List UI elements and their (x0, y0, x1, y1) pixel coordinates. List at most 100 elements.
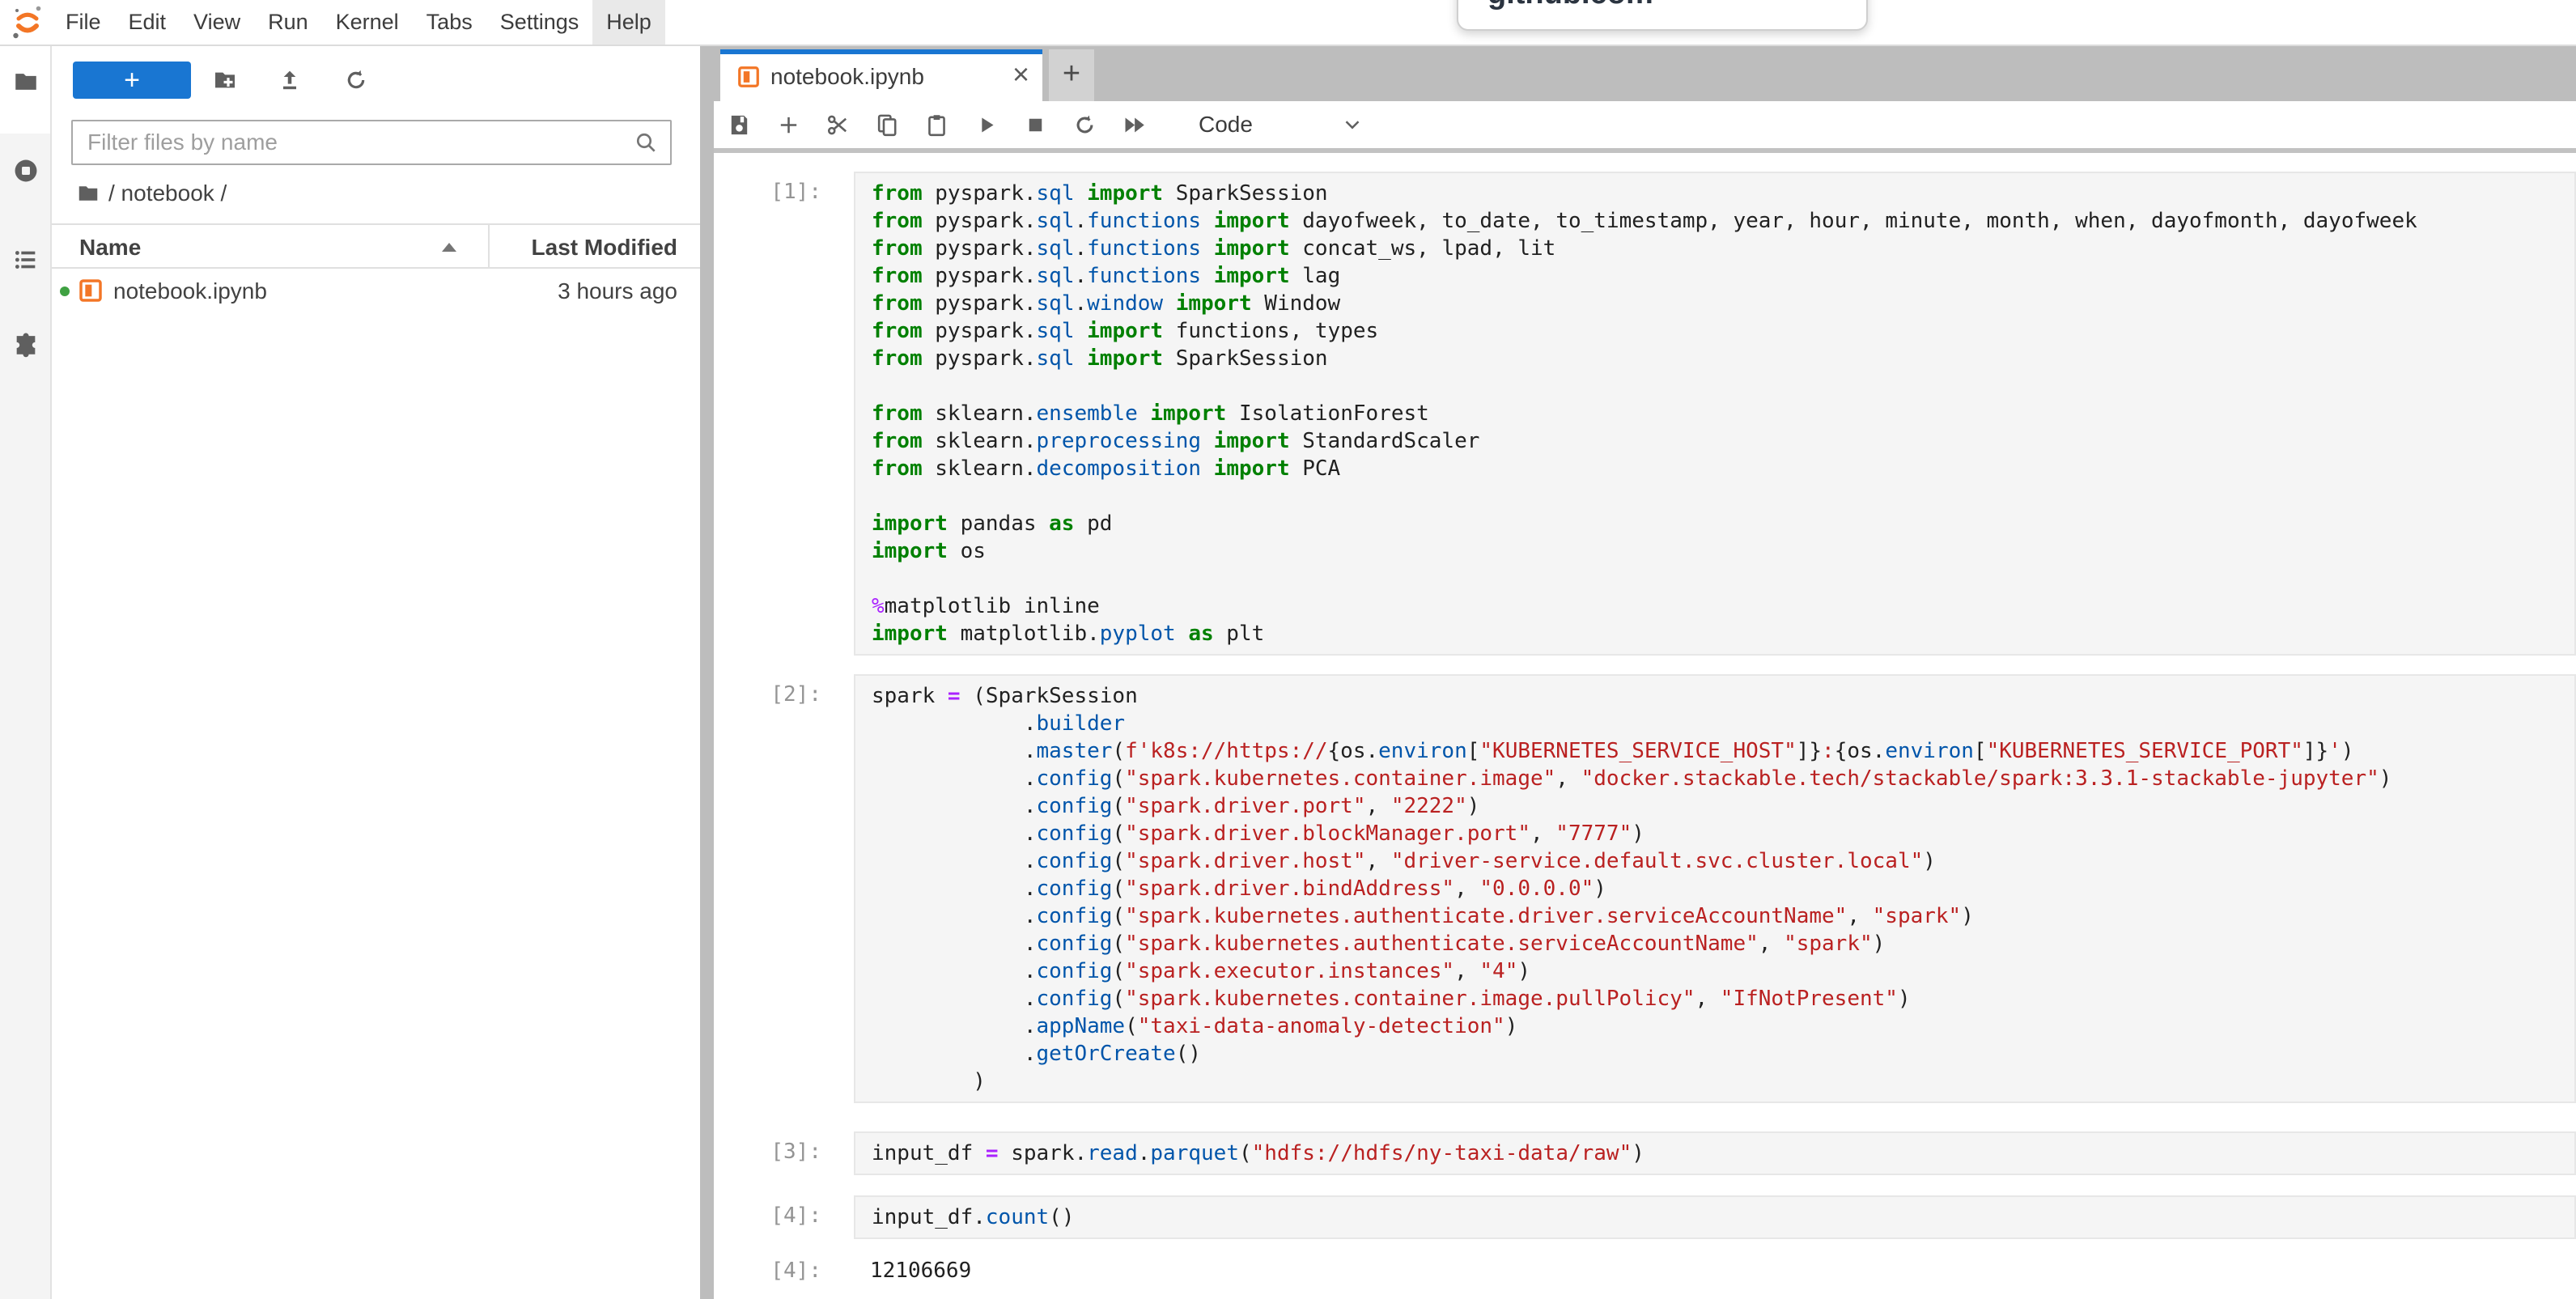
extensions-icon (12, 330, 40, 358)
code-line: .config("spark.driver.blockManager.port"… (872, 820, 2574, 847)
notebook-content[interactable]: [1]: from pyspark.sql import SparkSession… (714, 153, 2576, 1299)
run-all-icon[interactable] (1122, 112, 1147, 138)
sidebar-strip-shade (0, 134, 50, 1299)
restart-kernel-icon[interactable] (1072, 112, 1097, 138)
stop-icon[interactable] (1023, 112, 1048, 138)
table-of-contents-tab[interactable] (12, 246, 40, 274)
code-line: 12106669 (870, 1257, 2576, 1284)
code-line: .getOrCreate() (872, 1040, 2574, 1068)
column-header-name[interactable]: Name (79, 235, 141, 261)
code-line: .config("spark.kubernetes.authenticate.s… (872, 930, 2574, 957)
running-kernels-icon (12, 157, 40, 185)
notebook-file-icon (736, 65, 761, 89)
breadcrumb-path: / notebook / (108, 180, 227, 206)
code-line: input_df = spark.read.parquet("hdfs://hd… (872, 1140, 2574, 1167)
code-line: spark = (SparkSession (872, 682, 2574, 710)
code-editor[interactable]: input_df = spark.read.parquet("hdfs://hd… (854, 1131, 2576, 1175)
upload-button[interactable] (277, 67, 303, 93)
tab-notebook[interactable]: notebook.ipynb × (720, 49, 1042, 101)
running-kernels-tab[interactable] (12, 157, 40, 185)
file-list-header: Name Last Modified (52, 223, 700, 269)
new-launcher-button[interactable]: + (73, 62, 191, 99)
save-icon[interactable] (727, 112, 752, 138)
active-tab-indicator (720, 49, 1042, 54)
code-line: from pyspark.sql.functions import dayofw… (872, 207, 2574, 235)
code-line: ) (872, 1068, 2574, 1095)
file-list: notebook.ipynb 3 hours ago (52, 269, 700, 314)
input-prompt: [3]: (714, 1140, 821, 1164)
code-line: %matplotlib inline (872, 592, 2574, 620)
menu-item-view[interactable]: View (180, 0, 254, 45)
code-line: import matplotlib.pyplot as plt (872, 620, 2574, 647)
menu-item-tabs[interactable]: Tabs (413, 0, 486, 45)
table-of-contents-icon (12, 246, 40, 274)
code-line: .config("spark.kubernetes.container.imag… (872, 765, 2574, 792)
run-icon[interactable] (974, 112, 999, 138)
refresh-icon (343, 67, 369, 93)
menu-item-help[interactable]: Help (592, 0, 665, 45)
extensions-tab[interactable] (12, 330, 40, 358)
paste-cell-icon[interactable] (924, 112, 949, 138)
code-line: .config("spark.driver.port", "2222") (872, 792, 2574, 820)
code-line: from pyspark.sql import SparkSession (872, 345, 2574, 372)
panel-splitter[interactable] (700, 46, 714, 1299)
filter-files-input[interactable] (71, 120, 672, 165)
browser-popup: github.com (1457, 0, 1868, 31)
menu-item-file[interactable]: File (52, 0, 115, 45)
file-name: notebook.ipynb (113, 278, 267, 304)
browser-popup-text: github.com (1487, 0, 1653, 11)
menu-item-edit[interactable]: Edit (115, 0, 180, 45)
file-browser-tab[interactable] (12, 68, 40, 96)
menu-item-kernel[interactable]: Kernel (322, 0, 413, 45)
cell-type-select[interactable]: Code (1199, 112, 1253, 138)
code-line: .config("spark.kubernetes.container.imag… (872, 985, 2574, 1012)
menu-item-settings[interactable]: Settings (486, 0, 593, 45)
code-line: import pandas as pd (872, 510, 2574, 537)
input-prompt: [1]: (714, 180, 821, 204)
code-line (872, 372, 2574, 400)
new-folder-button[interactable] (212, 67, 238, 93)
column-header-modified[interactable]: Last Modified (488, 225, 700, 267)
code-line: from pyspark.sql.functions import concat… (872, 235, 2574, 262)
search-icon (633, 129, 659, 155)
code-line: .builder (872, 710, 2574, 737)
code-line: input_df.count() (872, 1203, 2574, 1231)
code-line: .master(f'k8s://https://{os.environ["KUB… (872, 737, 2574, 765)
code-line: from pyspark.sql.window import Window (872, 290, 2574, 317)
new-tab-button[interactable]: + (1049, 49, 1094, 101)
code-editor[interactable]: spark = (SparkSession .builder .master(f… (854, 674, 2576, 1103)
code-line: from sklearn.decomposition import PCA (872, 455, 2574, 482)
file-row[interactable]: notebook.ipynb 3 hours ago (52, 269, 700, 314)
code-line: .config("spark.driver.host", "driver-ser… (872, 847, 2574, 875)
breadcrumb[interactable]: / notebook / (76, 180, 227, 206)
code-editor[interactable]: from pyspark.sql import SparkSessionfrom… (854, 172, 2576, 656)
notebook-dock: notebook.ipynb × + Code [1]: from pyspark… (714, 46, 2576, 1299)
code-line: from sklearn.ensemble import IsolationFo… (872, 400, 2574, 427)
folder-icon (12, 68, 40, 96)
output-area[interactable]: 12106669 (854, 1250, 2576, 1291)
sort-ascending-icon (442, 243, 456, 252)
code-line: .appName("taxi-data-anomaly-detection") (872, 1012, 2574, 1040)
code-line: from sklearn.preprocessing import Standa… (872, 427, 2574, 455)
code-line: from pyspark.sql.functions import lag (872, 262, 2574, 290)
tab-close-icon[interactable]: × (1012, 57, 1029, 91)
copy-cell-icon[interactable] (875, 112, 900, 138)
code-editor[interactable]: input_df.count() (854, 1195, 2576, 1239)
code-line: from pyspark.sql import SparkSession (872, 180, 2574, 207)
add-cell-icon[interactable] (776, 112, 801, 138)
code-line: from pyspark.sql import functions, types (872, 317, 2574, 345)
file-modified: 3 hours ago (558, 278, 677, 304)
code-line: .config("spark.executor.instances", "4") (872, 957, 2574, 985)
chevron-down-icon[interactable] (1340, 112, 1364, 137)
tab-bar: notebook.ipynb × + (714, 46, 2576, 101)
code-line (872, 565, 2574, 592)
code-line: .config("spark.kubernetes.authenticate.d… (872, 902, 2574, 930)
cut-cell-icon[interactable] (825, 112, 851, 138)
menu-items: FileEditViewRunKernelTabsSettingsHelp (52, 0, 665, 45)
file-browser-panel: + / notebook / Name Last Modified notebo… (52, 46, 700, 1299)
refresh-button[interactable] (343, 67, 369, 93)
menu-item-run[interactable]: Run (254, 0, 322, 45)
menu-bar: FileEditViewRunKernelTabsSettingsHelp (0, 0, 2576, 46)
new-folder-icon (212, 67, 238, 93)
input-prompt: [2]: (714, 682, 821, 707)
